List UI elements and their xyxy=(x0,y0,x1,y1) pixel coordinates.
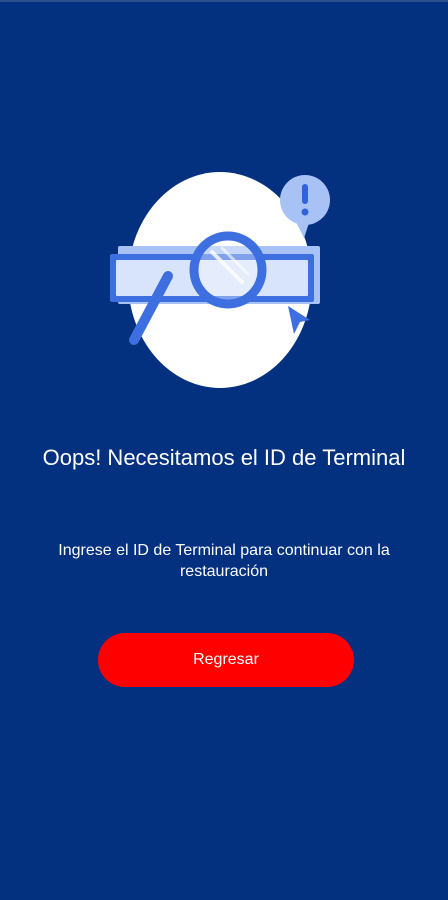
error-title: Oops! Necesitamos el ID de Terminal xyxy=(42,445,406,470)
back-button[interactable]: Regresar xyxy=(98,633,354,687)
error-message: Ingrese el ID de Terminal para continuar… xyxy=(58,542,390,580)
search-id-illustration xyxy=(104,170,344,392)
status-bar-line xyxy=(0,0,448,2)
